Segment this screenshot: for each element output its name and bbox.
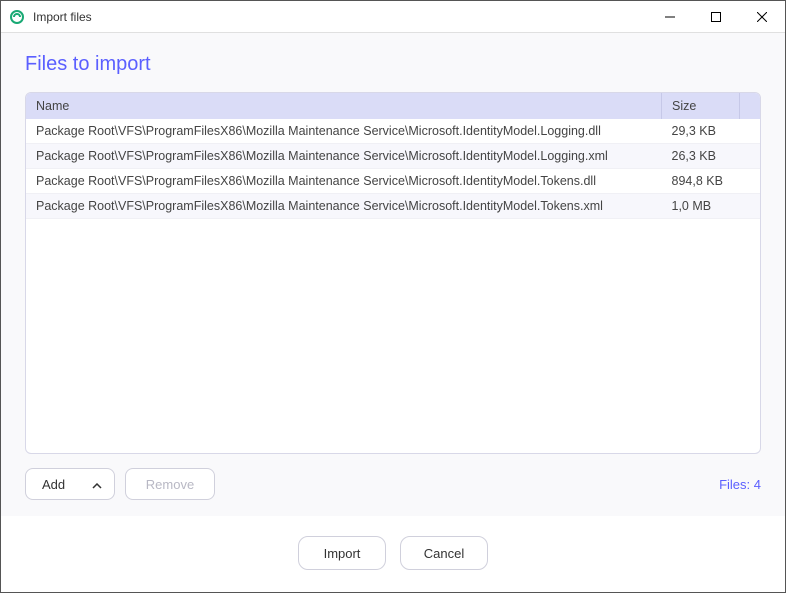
toolbar: Add Remove Files: 4 [25, 468, 761, 500]
cell-name: Package Root\VFS\ProgramFilesX86\Mozilla… [26, 144, 662, 169]
minimize-button[interactable] [647, 1, 693, 32]
footer: Import Cancel [1, 516, 785, 592]
window-title: Import files [33, 10, 647, 24]
cell-size: 1,0 MB [662, 194, 740, 219]
table-row[interactable]: Package Root\VFS\ProgramFilesX86\Mozilla… [26, 194, 760, 219]
column-header-extra [740, 93, 761, 119]
add-button-label: Add [42, 477, 65, 492]
maximize-button[interactable] [693, 1, 739, 32]
titlebar: Import files [1, 1, 785, 33]
remove-button-label: Remove [146, 477, 194, 492]
table-row[interactable]: Package Root\VFS\ProgramFilesX86\Mozilla… [26, 119, 760, 144]
cell-size: 894,8 KB [662, 169, 740, 194]
window-controls [647, 1, 785, 32]
cell-size: 26,3 KB [662, 144, 740, 169]
import-files-window: Import files Files to import Name Size [0, 0, 786, 593]
column-header-size[interactable]: Size [662, 93, 740, 119]
remove-button: Remove [125, 468, 215, 500]
cell-name: Package Root\VFS\ProgramFilesX86\Mozilla… [26, 119, 662, 144]
table-row[interactable]: Package Root\VFS\ProgramFilesX86\Mozilla… [26, 169, 760, 194]
table-row[interactable]: Package Root\VFS\ProgramFilesX86\Mozilla… [26, 144, 760, 169]
add-button[interactable]: Add [25, 468, 115, 500]
cell-size: 29,3 KB [662, 119, 740, 144]
files-table: Name Size Package Root\VFS\ProgramFilesX… [26, 93, 760, 219]
cell-name: Package Root\VFS\ProgramFilesX86\Mozilla… [26, 194, 662, 219]
column-header-name[interactable]: Name [26, 93, 662, 119]
file-count-label: Files: 4 [719, 477, 761, 492]
close-button[interactable] [739, 1, 785, 32]
chevron-up-icon [92, 477, 102, 492]
import-button[interactable]: Import [298, 536, 386, 570]
content-area: Files to import Name Size Package Root\V… [1, 33, 785, 516]
files-table-container: Name Size Package Root\VFS\ProgramFilesX… [25, 92, 761, 454]
page-title: Files to import [25, 53, 761, 76]
cancel-button[interactable]: Cancel [400, 536, 488, 570]
app-icon [9, 9, 25, 25]
cell-name: Package Root\VFS\ProgramFilesX86\Mozilla… [26, 169, 662, 194]
